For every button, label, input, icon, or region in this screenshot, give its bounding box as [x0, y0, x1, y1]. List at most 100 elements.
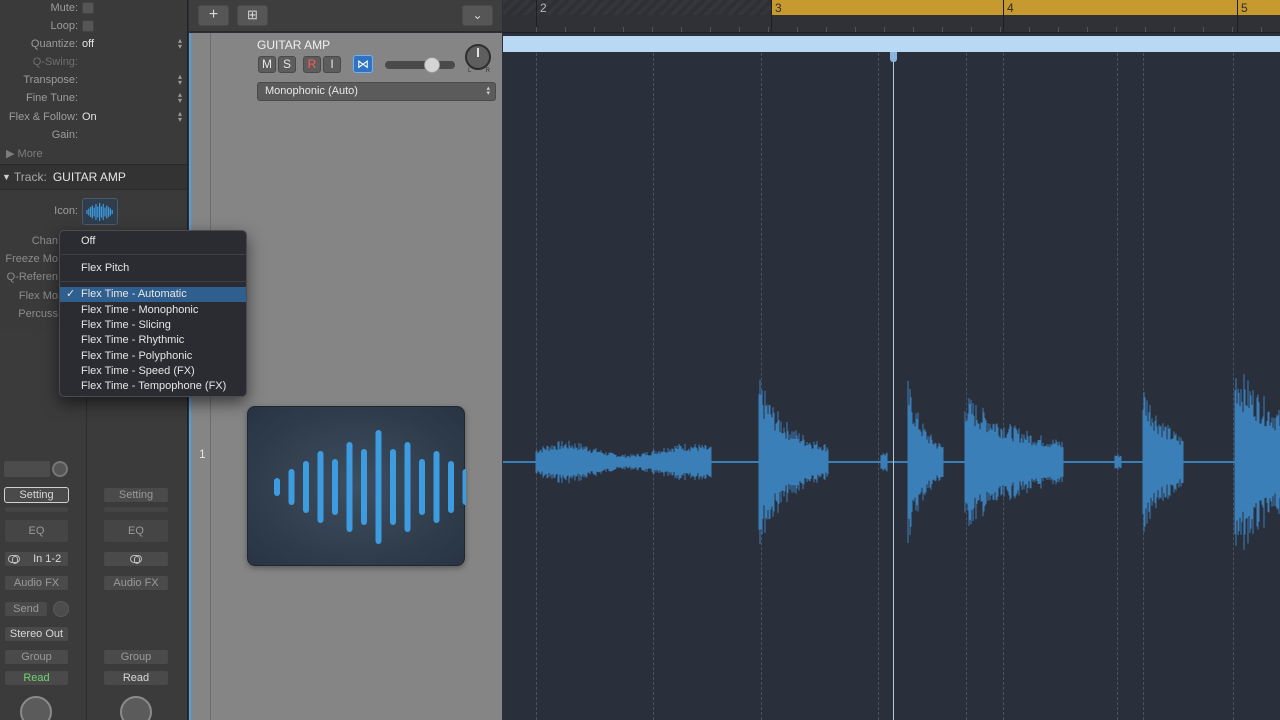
checkmark-icon: ✓	[66, 288, 76, 300]
channel-label-partial: Chan	[31, 235, 58, 247]
quantize-value[interactable]: off	[82, 38, 94, 50]
volume-slider-thumb[interactable]	[424, 57, 440, 73]
flex-follow-row[interactable]: Flex & Follow: On ▴ ▾	[0, 108, 187, 126]
ruler-tick	[1232, 27, 1233, 32]
pan-knob-right[interactable]	[120, 696, 152, 720]
quantize-label: Quantize:	[30, 38, 78, 50]
automation-mode-right[interactable]: Read	[103, 670, 169, 686]
menu-item-flex-time-automatic[interactable]: ✓ Flex Time - Automatic	[60, 287, 246, 302]
eq-button-left[interactable]: EQ	[4, 519, 69, 543]
gain-row[interactable]: Gain:	[0, 126, 187, 144]
ruler-tick	[797, 27, 798, 32]
input-gain-field[interactable]	[4, 461, 50, 477]
pan-knob-left[interactable]	[20, 696, 52, 720]
flex-on-off-button[interactable]: ⋈	[353, 55, 373, 73]
volume-slider-track[interactable]	[385, 61, 455, 69]
ruler-tick	[855, 27, 856, 32]
record-enable-button[interactable]: R	[303, 56, 321, 73]
menu-item-flex-time-polyphonic[interactable]: Flex Time - Polyphonic	[60, 349, 246, 364]
ruler-tick	[768, 27, 769, 32]
menu-item-flex-time-monophonic[interactable]: Flex Time - Monophonic	[60, 303, 246, 318]
send-slot-left[interactable]: Send	[4, 601, 48, 617]
track-header-name[interactable]: GUITAR AMP	[257, 38, 330, 52]
eq-button-right[interactable]: EQ	[103, 519, 169, 543]
output-slot-left[interactable]: Stereo Out	[4, 626, 69, 642]
bar-tick	[1237, 0, 1238, 32]
transpose-row[interactable]: Transpose: ▴ ▾	[0, 71, 187, 89]
pan-knob[interactable]	[465, 44, 491, 70]
setting-button-right[interactable]: Setting	[103, 487, 169, 503]
bar-number: 3	[775, 1, 782, 15]
menu-item-label: Flex Time - Monophonic	[81, 304, 199, 316]
flex-follow-value[interactable]: On	[82, 111, 97, 123]
setting-button-left[interactable]: Setting	[4, 487, 69, 503]
fine-tune-row[interactable]: Fine Tune: ▴ ▾	[0, 89, 187, 107]
ruler-tick	[710, 27, 711, 32]
popup-arrows-icon: ▴ ▾	[486, 85, 490, 97]
audio-waveform[interactable]	[503, 33, 1280, 720]
menu-item-off[interactable]: Off	[60, 234, 246, 249]
menu-item-label: Flex Time - Slicing	[81, 319, 171, 331]
bar-ruler[interactable]: 2 3 4 5	[503, 0, 1280, 33]
mute-checkbox[interactable]	[82, 2, 94, 14]
menu-item-flex-pitch[interactable]: Flex Pitch	[60, 261, 246, 276]
q-swing-label: Q-Swing:	[32, 56, 78, 68]
menu-item-flex-time-speed[interactable]: Flex Time - Speed (FX)	[60, 364, 246, 379]
more-disclosure[interactable]: ▶ More	[6, 147, 43, 160]
flex-mode-menu: Off Flex Pitch ✓ Flex Time - Automatic F…	[59, 230, 247, 397]
mute-button[interactable]: M	[258, 56, 276, 73]
automation-mode-left[interactable]: Read	[4, 670, 69, 686]
ruler-tick	[1145, 27, 1146, 32]
track-name: GUITAR AMP	[52, 170, 126, 184]
input-gain-knob[interactable]	[52, 461, 68, 477]
audio-fx-slot-left[interactable]: Audio FX	[4, 575, 69, 591]
audio-editor[interactable]	[503, 33, 1280, 720]
duplicate-track-button[interactable]: ⊞	[237, 5, 268, 26]
menu-item-flex-time-tempophone[interactable]: Flex Time - Tempophone (FX)	[60, 379, 246, 394]
fine-tune-stepper-icon[interactable]: ▴ ▾	[178, 91, 182, 105]
track-icon-picker[interactable]	[82, 198, 118, 225]
menu-item-label: Flex Time - Polyphonic	[81, 350, 193, 362]
mute-row: Mute:	[0, 0, 187, 17]
send-level-knob[interactable]	[53, 601, 69, 617]
input-monitor-button[interactable]: I	[323, 56, 341, 73]
menu-item-label: Flex Pitch	[81, 262, 130, 274]
ruler-tick	[913, 27, 914, 32]
track-label: Track:	[13, 170, 47, 184]
loop-label: Loop:	[50, 20, 78, 32]
quantize-row[interactable]: Quantize: off ▴ ▾	[0, 35, 187, 53]
transpose-label: Transpose:	[23, 74, 78, 86]
solo-button[interactable]: S	[278, 56, 296, 73]
ruler-tick	[536, 27, 537, 32]
menu-item-flex-time-slicing[interactable]: Flex Time - Slicing	[60, 318, 246, 333]
menu-item-label: Flex Time - Speed (FX)	[81, 365, 195, 377]
icon-row: Icon:	[0, 198, 187, 226]
flex-follow-stepper-icon[interactable]: ▴ ▾	[178, 110, 182, 124]
ruler-tick	[826, 27, 827, 32]
disclosure-down-icon[interactable]: ▼	[2, 172, 11, 182]
gain-reduction-meter-right	[103, 506, 169, 513]
track-inspector-header[interactable]: ▼ Track: GUITAR AMP	[0, 164, 187, 190]
input-slot-left[interactable]: In 1-2	[4, 551, 69, 567]
waveform-icon	[86, 202, 113, 221]
playhead-handle[interactable]	[890, 52, 897, 62]
input-slot-right[interactable]	[103, 551, 169, 567]
loop-checkbox[interactable]	[82, 20, 94, 32]
collapse-button[interactable]: ⌄	[462, 5, 493, 26]
group-slot-left[interactable]: Group	[4, 649, 69, 665]
group-slot-right[interactable]: Group	[103, 649, 169, 665]
flex-mode-label-partial: Flex Mo	[18, 290, 58, 302]
track-header[interactable]: GUITAR AMP M S R I ⋈ L R Monophonic (Aut…	[211, 33, 502, 720]
cycle-range[interactable]	[771, 0, 1280, 15]
flex-follow-label: Flex & Follow:	[8, 111, 78, 123]
add-track-button[interactable]: +	[198, 5, 229, 26]
playhead-line[interactable]	[893, 52, 894, 720]
menu-item-flex-time-rhythmic[interactable]: Flex Time - Rhythmic	[60, 333, 246, 348]
transpose-stepper-icon[interactable]: ▴ ▾	[178, 73, 182, 87]
ruler-tick	[1087, 27, 1088, 32]
audio-fx-slot-right[interactable]: Audio FX	[103, 575, 169, 591]
flex-mode-popup[interactable]: Monophonic (Auto) ▴ ▾	[257, 82, 496, 101]
ruler-tick	[594, 27, 595, 32]
quantize-stepper-icon[interactable]: ▴ ▾	[178, 37, 182, 51]
ruler-tick	[1000, 27, 1001, 32]
